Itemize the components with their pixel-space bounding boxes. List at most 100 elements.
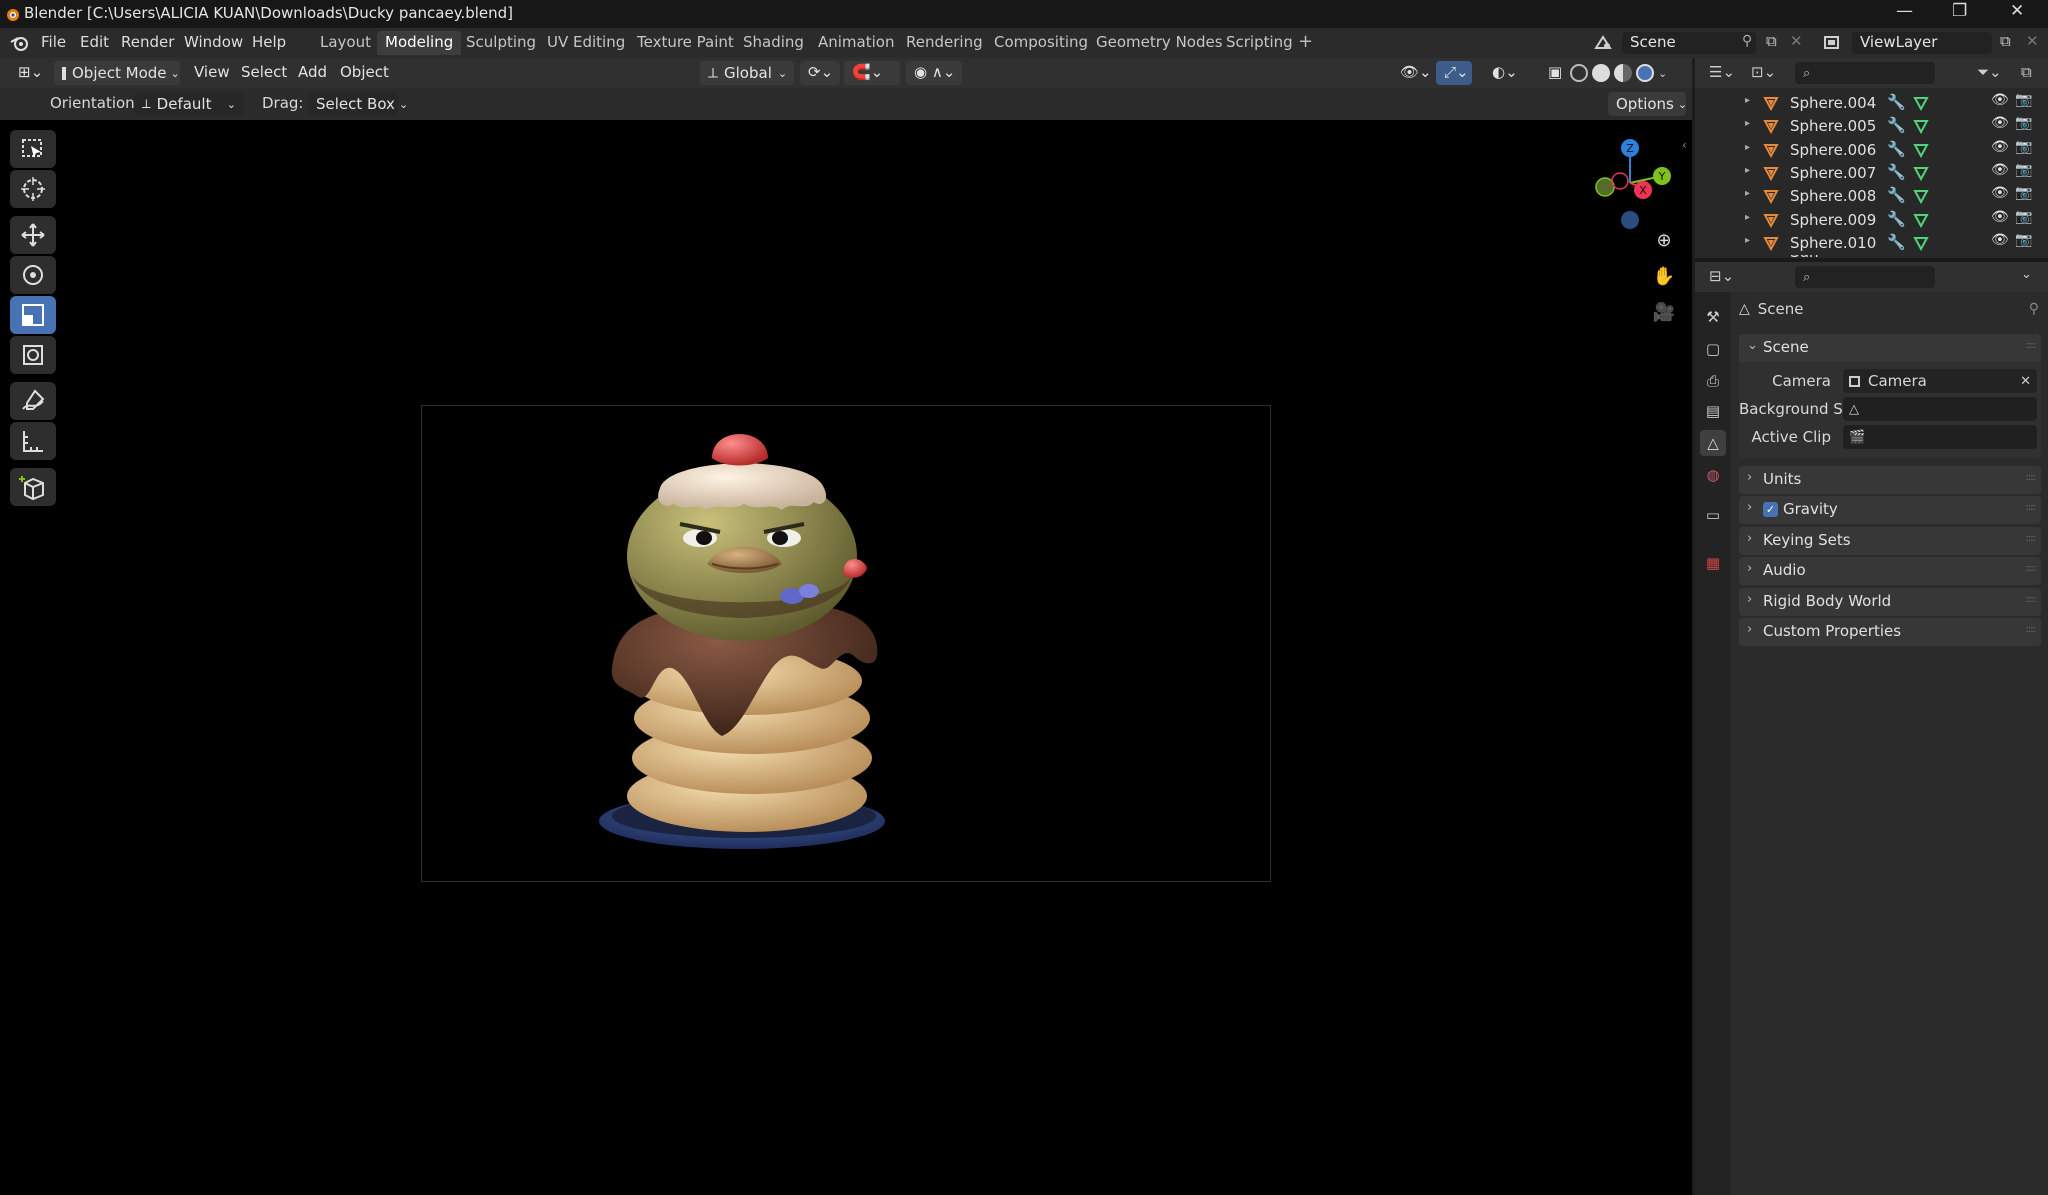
proportional-editing-icon[interactable]: ◉ ∧⌄ (906, 61, 962, 85)
filter-icon[interactable]: ⏷⌄ (1977, 63, 2002, 81)
display-mode-icon[interactable]: ⊡⌄ (1751, 63, 1776, 81)
camera-view-icon[interactable]: 🎥 (1650, 302, 1678, 330)
view-layer-tab-icon[interactable]: ▤ (1700, 398, 1726, 424)
drag-grip-icon[interactable]: :::: (2026, 624, 2037, 635)
eye-visibility-icon[interactable]: 👁 (1991, 185, 2009, 201)
texture-tab-icon[interactable]: ▦ (1700, 550, 1726, 576)
mesh-data-icon[interactable] (1913, 95, 1929, 111)
panel-keying-sets[interactable]: › Keying Sets:::: (1739, 526, 2041, 555)
navigation-gizmo[interactable]: Z Y X (1570, 128, 1680, 238)
mesh-data-icon[interactable] (1913, 165, 1929, 181)
sidebar-toggle-icon[interactable]: ‹ (1682, 138, 1687, 152)
mesh-data-icon[interactable] (1913, 212, 1929, 228)
cursor-tool[interactable] (10, 170, 56, 208)
xray-toggle-icon[interactable]: ▣ (1540, 61, 1566, 85)
expand-arrow-icon[interactable]: ▸ (1745, 118, 1750, 129)
camera-render-icon[interactable]: 📷 (2015, 139, 2032, 155)
outliner-item-name[interactable]: Sphere.010 (1790, 234, 1876, 252)
menu-window[interactable]: Window (184, 33, 243, 51)
select-box-tool[interactable] (10, 130, 56, 168)
close-window-button[interactable]: ✕ (2010, 1, 2024, 21)
gravity-checkbox[interactable]: ✓ (1763, 502, 1778, 518)
new-view-layer-icon[interactable]: ⧉ (2000, 32, 2011, 50)
expand-arrow-icon[interactable]: ▸ (1745, 212, 1750, 223)
outliner-item-name[interactable]: Sphere.006 (1790, 141, 1876, 159)
menu-object[interactable]: Object (332, 61, 397, 85)
modifier-wrench-icon[interactable]: 🔧 (1887, 210, 1906, 228)
camera-render-icon[interactable]: 📷 (2015, 92, 2032, 108)
drag-grip-icon[interactable]: :::: (2026, 340, 2037, 351)
pivot-point-icon[interactable]: ⟳⌄ (800, 61, 840, 85)
add-workspace-icon[interactable]: + (1298, 31, 1313, 52)
expand-arrow-icon[interactable]: ▸ (1745, 142, 1750, 153)
drag-grip-icon[interactable]: :::: (2026, 594, 2037, 605)
snap-toggle-icon[interactable]: 🧲⌄ (844, 61, 900, 85)
outliner-editor-type-icon[interactable]: ☰⌄ (1709, 63, 1735, 81)
object-mode-dropdown[interactable]: Object Mode ⌄ (54, 61, 180, 85)
outliner-row[interactable]: ▸ Sphere.007 🔧 👁 📷 (1695, 162, 2048, 185)
outliner-item-name[interactable]: Sphere.004 (1790, 94, 1876, 112)
options-dropdown[interactable]: Options ⌄ (1608, 92, 1687, 116)
eye-visibility-icon[interactable]: 👁 (1991, 139, 2009, 155)
visibility-icon[interactable]: 👁⌄ (1392, 61, 1432, 85)
drag-grip-icon[interactable]: :::: (2026, 502, 2037, 513)
outliner-search-input[interactable]: ⌕ (1795, 62, 1935, 84)
menu-edit[interactable]: Edit (80, 33, 109, 51)
camera-render-icon[interactable]: 📷 (2015, 185, 2032, 201)
blender-menu-icon[interactable] (10, 34, 30, 52)
panel-rigid-body-world[interactable]: › Rigid Body World:::: (1739, 587, 2041, 616)
expand-arrow-icon[interactable]: ▸ (1745, 235, 1750, 246)
outliner-item-name[interactable]: Sphere.007 (1790, 164, 1876, 182)
panel-audio[interactable]: › Audio:::: (1739, 557, 2041, 586)
wireframe-shading-icon[interactable] (1570, 64, 1588, 82)
orientation-dropdown[interactable]: ⟂ Default ⌄ (134, 92, 244, 116)
panel-custom-properties[interactable]: › Custom Properties:::: (1739, 618, 2041, 646)
collection-tab-icon[interactable]: ▭ (1700, 502, 1726, 528)
modifier-wrench-icon[interactable]: 🔧 (1887, 116, 1906, 134)
tab-rendering[interactable]: Rendering (898, 31, 991, 55)
tool-tab-icon[interactable]: ⚒ (1700, 304, 1726, 330)
mesh-data-icon[interactable] (1913, 235, 1929, 251)
minimize-button[interactable]: — (1896, 1, 1913, 21)
modifier-wrench-icon[interactable]: 🔧 (1887, 163, 1906, 181)
modifier-wrench-icon[interactable]: 🔧 (1887, 233, 1906, 251)
editor-type-icon[interactable]: ⊞⌄ (10, 61, 46, 85)
rotate-tool[interactable] (10, 256, 56, 294)
material-preview-icon[interactable] (1614, 64, 1632, 82)
expand-arrow-icon[interactable]: ▸ (1745, 165, 1750, 176)
menu-render[interactable]: Render (121, 33, 174, 51)
scene-section-header[interactable]: ⌄ Scene :::: (1739, 334, 2041, 362)
tab-compositing[interactable]: Compositing (986, 31, 1096, 55)
transform-orientation-dropdown[interactable]: ⟂ Global ⌄ (700, 61, 794, 85)
tab-uv-editing[interactable]: UV Editing (539, 31, 633, 55)
world-tab-icon[interactable]: ◍ (1700, 462, 1726, 488)
properties-editor-type-icon[interactable]: ⊟⌄ (1709, 267, 1734, 285)
camera-field[interactable]: Camera ✕ (1843, 369, 2037, 393)
pan-hand-icon[interactable]: ✋ (1650, 266, 1678, 294)
tab-sculpting[interactable]: Sculpting (458, 31, 544, 55)
modifier-wrench-icon[interactable]: 🔧 (1887, 140, 1906, 158)
menu-select[interactable]: Select (233, 61, 295, 85)
scene-icon[interactable] (1594, 34, 1614, 52)
drag-grip-icon[interactable]: :::: (2026, 563, 2037, 574)
zoom-icon[interactable]: ⊕ (1650, 230, 1678, 258)
new-collection-icon[interactable]: ⧉ (2021, 63, 2032, 81)
properties-search-input[interactable]: ⌕ (1795, 266, 1935, 288)
drag-dropdown[interactable]: Select Box ⌄ (308, 92, 408, 116)
scene-selector[interactable]: Scene (1622, 32, 1756, 54)
solid-shading-icon[interactable] (1592, 64, 1610, 82)
output-tab-icon[interactable]: ⎙ (1700, 368, 1726, 394)
outliner-row[interactable]: ▸ Sphere.010 🔧 👁 📷 (1695, 232, 2048, 255)
mesh-data-icon[interactable] (1913, 142, 1929, 158)
add-cube-tool[interactable] (10, 468, 56, 506)
camera-render-icon[interactable]: 📷 (2015, 209, 2032, 225)
modifier-wrench-icon[interactable]: 🔧 (1887, 186, 1906, 204)
pin-icon[interactable]: ⚲ (1742, 33, 1752, 49)
tab-texture-paint[interactable]: Texture Paint (629, 31, 742, 55)
active-clip-field[interactable]: 🎬 (1843, 425, 2037, 449)
gizmo-toggle-icon[interactable]: ⤢⌄ (1436, 61, 1472, 85)
outliner-item-name[interactable]: Sphere.008 (1790, 187, 1876, 205)
eye-visibility-icon[interactable]: 👁 (1991, 115, 2009, 131)
chevron-down-icon[interactable]: ⌄ (2021, 267, 2032, 282)
tab-scripting[interactable]: Scripting (1218, 31, 1301, 55)
